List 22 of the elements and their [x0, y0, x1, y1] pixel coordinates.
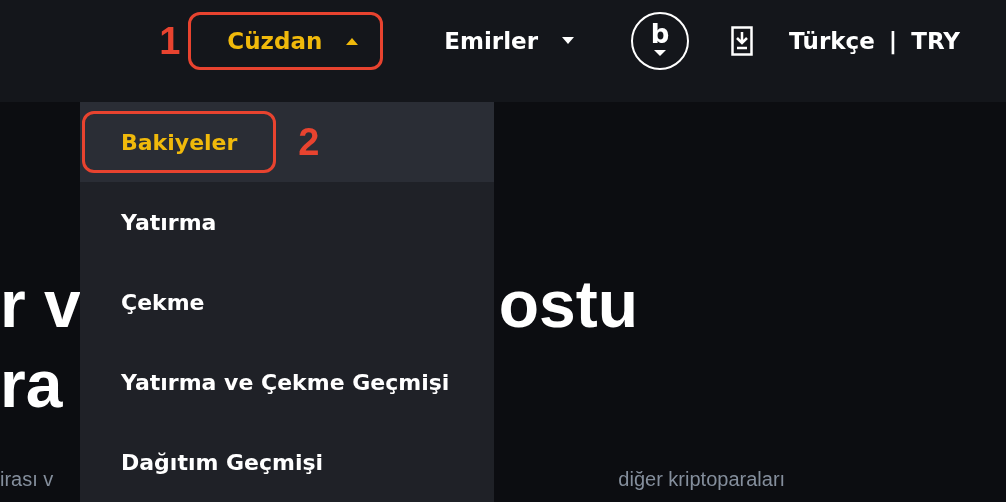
nav-menu-button[interactable]: Cüzdan — [188, 12, 384, 70]
nav-menu-button[interactable]: Emirler — [405, 12, 600, 70]
nav-text[interactable]: TRY — [911, 28, 960, 54]
hero-title-fragment: ostu — [498, 266, 639, 343]
caret-icon — [344, 36, 361, 46]
annotation-number: 2 — [298, 120, 320, 164]
caret-icon — [560, 36, 577, 46]
nav-text[interactable]: Türkçe — [789, 28, 875, 54]
nav-text[interactable]: | — [888, 28, 898, 54]
hero-subtitle-fragment: irası v — [0, 468, 54, 491]
hero-title-fragment: r v — [0, 266, 81, 343]
hero-subtitle-fragment: diğer kriptoparaları — [618, 468, 786, 491]
dropdown-item[interactable]: Yatırma ve Çekme Geçmişi — [82, 351, 489, 413]
hero-title-fragment: ra — [0, 346, 63, 423]
dropdown-item[interactable]: Bakiyeler — [82, 111, 277, 173]
dropdown-item[interactable]: Dağıtım Geçmişi — [82, 431, 363, 493]
dropdown-item[interactable]: Çekme — [82, 271, 244, 333]
caret-icon — [653, 49, 668, 57]
profile-avatar-button[interactable]: b — [631, 12, 690, 70]
download-icon[interactable] — [731, 26, 754, 56]
dropdown-item[interactable]: Yatırma — [82, 191, 256, 253]
annotation-number: 1 — [159, 19, 181, 63]
